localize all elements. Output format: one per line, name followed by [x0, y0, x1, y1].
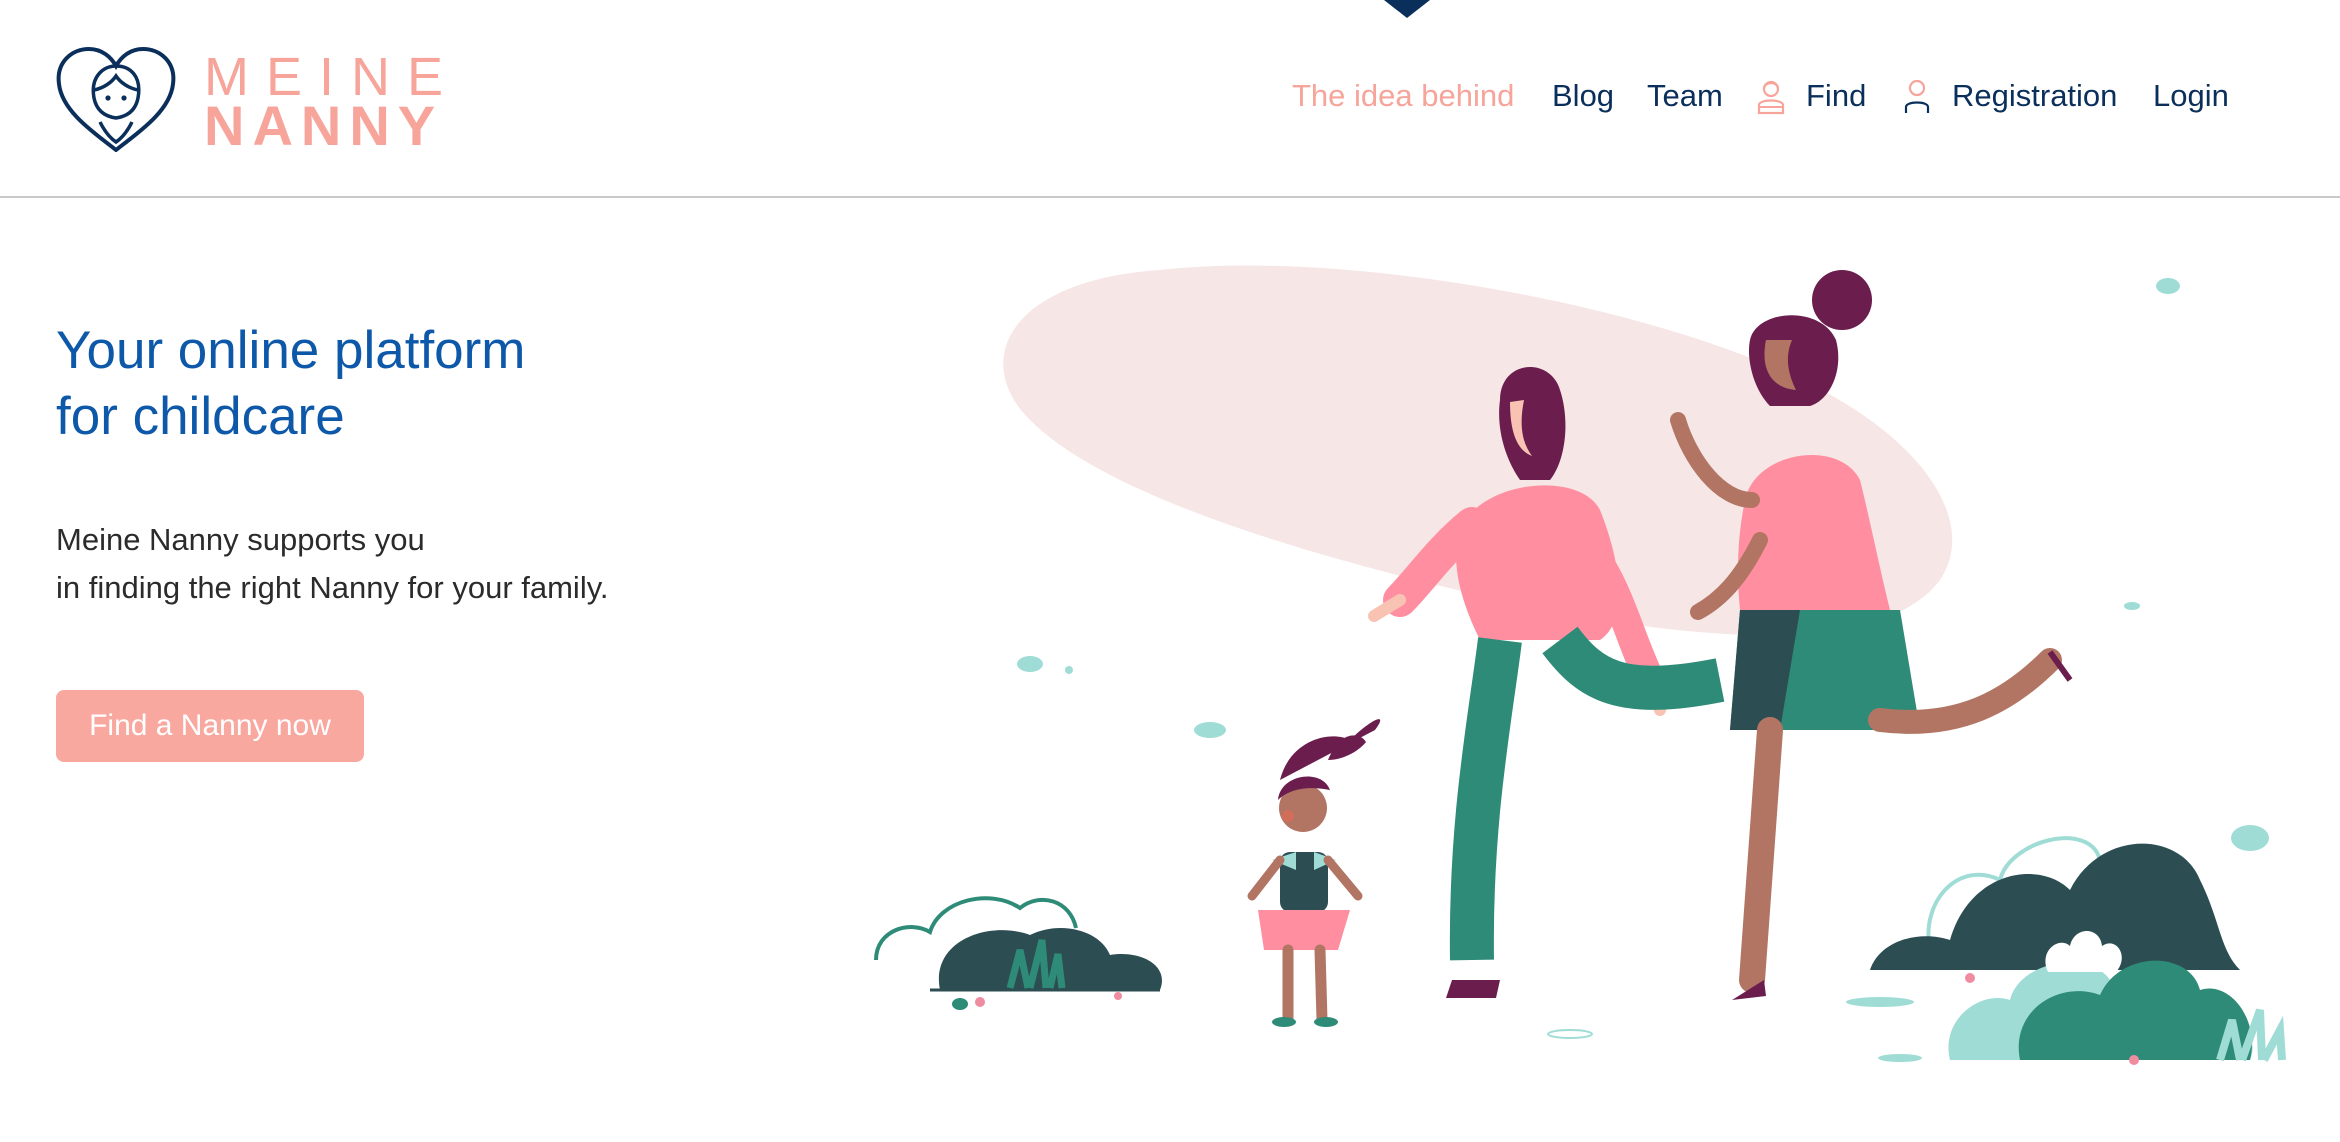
hero-title: Your online platform for childcare: [56, 318, 816, 450]
nav-registration-label: Registration: [1952, 78, 2118, 113]
nav-find[interactable]: Find: [1754, 76, 1866, 116]
ground-puddle: [1547, 1029, 1593, 1039]
dropdown-notch-icon: [1384, 0, 1430, 18]
nav-find-label: Find: [1806, 78, 1867, 113]
ground-pebble: [952, 998, 968, 1010]
nav-login[interactable]: Login: [2153, 76, 2229, 116]
hero-title-line-2: for childcare: [56, 387, 345, 446]
decor-dot: [1065, 666, 1073, 674]
decor-dot: [2231, 825, 2269, 851]
flower: [975, 997, 985, 1007]
nav-idea-behind[interactable]: The idea behind: [1292, 76, 1514, 116]
hero-title-line-1: Your online platform: [56, 321, 526, 380]
nav-blog[interactable]: Blog: [1552, 76, 1614, 116]
ground-puddle: [1846, 997, 1914, 1007]
flower: [2129, 1055, 2139, 1065]
decor-dot: [1194, 722, 1226, 738]
decor-dot: [2156, 278, 2180, 294]
flower: [1965, 973, 1975, 983]
hero-description-line-1: Meine Nanny supports you: [56, 522, 425, 557]
family-running-illustration: [874, 265, 2286, 1065]
child-figure: [1247, 719, 1381, 1027]
nanny-person-icon: [1757, 80, 1785, 115]
user-icon: [1904, 79, 1930, 113]
hero-description-line-2: in finding the right Nanny for your fami…: [56, 570, 609, 605]
ground-puddle: [1878, 1054, 1922, 1062]
nav-registration[interactable]: Registration: [1900, 76, 2117, 116]
site-header: MEINE NANNY The idea behind Blog Team Fi…: [0, 0, 2340, 198]
main-nav: The idea behind Blog Team Find Registrat…: [0, 76, 2340, 116]
find-nanny-button[interactable]: Find a Nanny now: [56, 690, 364, 762]
decor-dot: [2124, 602, 2140, 610]
nav-team[interactable]: Team: [1647, 76, 1723, 116]
decor-dot: [1017, 656, 1043, 672]
hero-description: Meine Nanny supports you in finding the …: [56, 516, 856, 612]
flower: [1114, 992, 1122, 1000]
